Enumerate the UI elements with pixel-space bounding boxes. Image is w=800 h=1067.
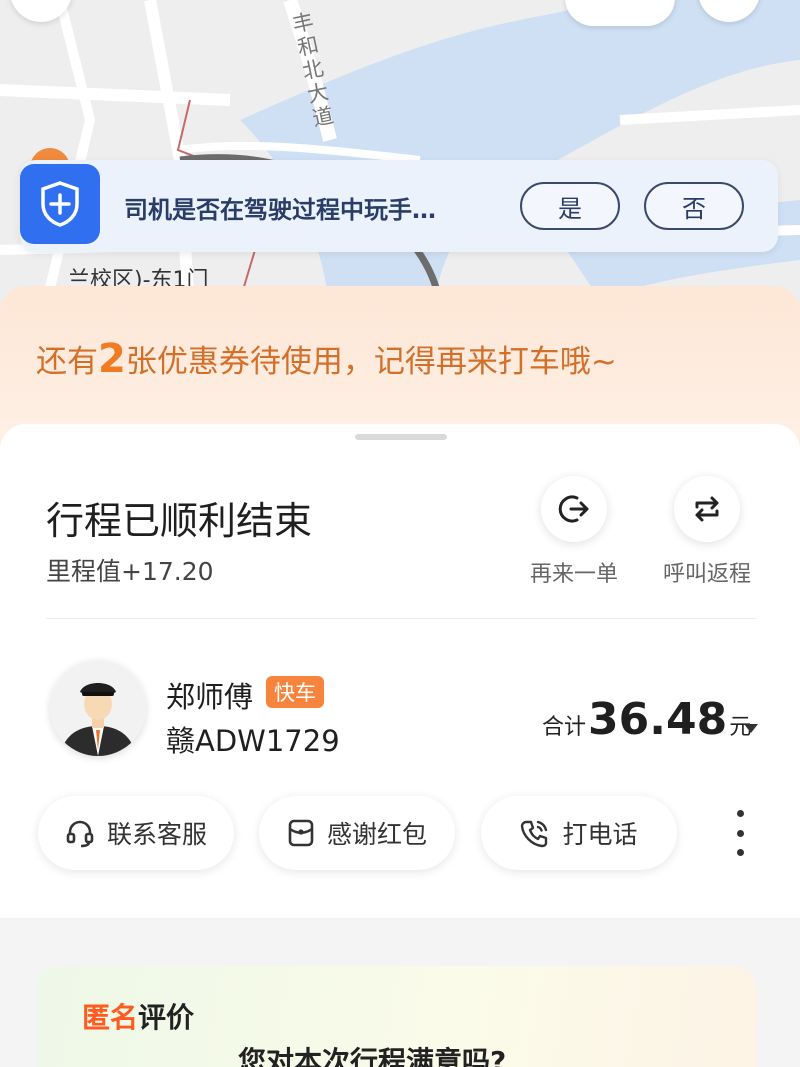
license-plate: 赣ADW1729 xyxy=(166,724,340,758)
fare-amount: 36.48 xyxy=(588,694,728,745)
safety-question: 司机是否在驾驶过程中玩手… xyxy=(124,196,436,224)
driver-avatar-icon xyxy=(50,660,146,756)
coupon-suffix: 张优惠券待使用，记得再来打车哦~ xyxy=(125,344,617,380)
headset-icon xyxy=(66,820,94,848)
reorder-label: 再来一单 xyxy=(529,562,618,587)
reorder-button[interactable]: 再来一单 xyxy=(504,476,644,588)
red-envelope-icon xyxy=(288,819,314,847)
return-trip-button[interactable]: 呼叫返程 xyxy=(637,476,777,588)
rating-card[interactable]: 匿名评价 您对本次行程满意吗? xyxy=(36,966,756,1067)
call-driver-label: 打电话 xyxy=(562,820,638,849)
fare-total[interactable]: 合计 36.48 元 xyxy=(542,694,751,745)
mileage-points: 里程值+17.20 xyxy=(46,557,214,586)
phone-icon xyxy=(521,820,548,848)
car-type-badge: 快车 xyxy=(266,676,324,708)
rating-brand-a: 匿名 xyxy=(82,1001,139,1034)
customer-service-label: 联系客服 xyxy=(106,820,207,849)
drag-handle[interactable] xyxy=(355,434,447,440)
customer-service-button[interactable]: 联系客服 xyxy=(38,796,234,870)
trip-status-title: 行程已顺利结束 xyxy=(46,499,313,543)
rating-question: 您对本次行程满意吗? xyxy=(238,1045,507,1067)
fare-prefix: 合计 xyxy=(542,715,587,740)
driver-name: 郑师傅 xyxy=(166,680,254,714)
reorder-icon xyxy=(541,476,607,542)
return-trip-label: 呼叫返程 xyxy=(662,562,751,587)
coupon-prefix: 还有 xyxy=(36,344,98,380)
thank-red-envelope-label: 感谢红包 xyxy=(326,820,427,849)
trip-summary-sheet: 行程已顺利结束 里程值+17.20 再来一单 呼叫返程 郑师傅 快车 赣ADW1… xyxy=(0,424,800,918)
no-button[interactable]: 否 xyxy=(644,182,744,230)
rating-brand-b: 评价 xyxy=(138,1001,195,1034)
safety-check-banner: 司机是否在驾驶过程中玩手… 是 否 xyxy=(20,160,778,252)
shield-icon xyxy=(20,164,100,244)
chevron-down-icon[interactable] xyxy=(744,724,758,733)
coupon-count: 2 xyxy=(98,336,126,382)
thank-red-envelope-button[interactable]: 感谢红包 xyxy=(259,796,455,870)
coupon-reminder[interactable]: 还有2张优惠券待使用，记得再来打车哦~ xyxy=(36,336,617,382)
anonymous-rating-title: 匿名评价 xyxy=(82,996,194,1036)
yes-button[interactable]: 是 xyxy=(520,182,620,230)
driver-avatar[interactable] xyxy=(50,660,146,756)
more-options-icon[interactable] xyxy=(724,810,756,856)
map-location-pill[interactable] xyxy=(565,0,675,26)
call-driver-button[interactable]: 打电话 xyxy=(481,796,677,870)
return-trip-icon xyxy=(674,476,740,542)
divider xyxy=(46,618,756,619)
